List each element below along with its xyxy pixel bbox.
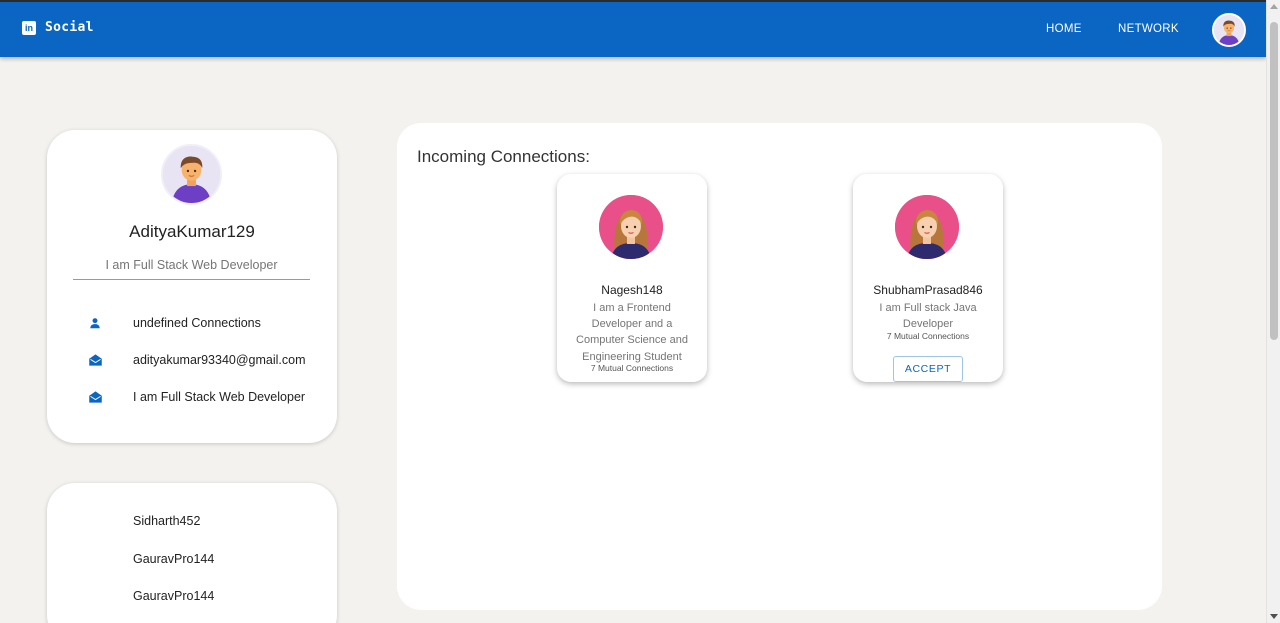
male-avatar-icon <box>163 146 220 203</box>
scroll-up-arrow-icon[interactable] <box>1270 4 1278 9</box>
mail-icon <box>87 389 103 405</box>
user-avatar-button[interactable] <box>1212 13 1246 47</box>
connection-bio: I am a Frontend Developer and a Computer… <box>576 302 688 363</box>
brand[interactable]: in Social <box>22 20 94 35</box>
profile-headline: I am Full Stack Web Developer <box>73 258 310 280</box>
connection-bio: I am Full stack Java Developer <box>879 302 977 331</box>
connections-count-row: undefined Connections <box>87 315 261 331</box>
incoming-connections-title: Incoming Connections: <box>417 147 590 166</box>
scroll-down-arrow-icon[interactable] <box>1270 614 1278 619</box>
accept-button[interactable]: ACCEPT <box>893 356 963 382</box>
list-item[interactable]: Sidharth452 <box>133 514 200 528</box>
bio-row: I am Full Stack Web Developer <box>87 389 305 405</box>
nav-network-link[interactable]: NETWORK <box>1118 23 1179 35</box>
list-item[interactable]: GauravPro144 <box>133 552 214 566</box>
user-avatar-icon <box>1214 15 1244 45</box>
top-navbar: in Social HOME NETWORK <box>0 0 1266 57</box>
person-icon <box>87 315 103 331</box>
incoming-connections-panel: Incoming Connections: Nagesh148 I am a F… <box>397 123 1162 610</box>
scrollbar-thumb[interactable] <box>1270 22 1278 340</box>
connection-name: ShubhamPrasad846 <box>873 283 983 297</box>
profile-card: AdityaKumar129 I am Full Stack Web Devel… <box>47 130 337 443</box>
connection-card[interactable]: ShubhamPrasad846 I am Full stack Java De… <box>853 174 1003 382</box>
connections-list-card: Sidharth452 GauravPro144 GauravPro144 <box>47 483 337 623</box>
nav-home-link[interactable]: HOME <box>1046 23 1082 35</box>
mutual-connections: 7 Mutual Connections <box>590 363 674 373</box>
connection-name: Nagesh148 <box>601 283 663 297</box>
list-item[interactable]: GauravPro144 <box>133 589 214 603</box>
mutual-connections: 7 Mutual Connections <box>886 331 970 341</box>
email-row: adityakumar93340@gmail.com <box>87 352 306 368</box>
linkedin-logo-icon: in <box>22 20 36 35</box>
profile-username: AdityaKumar129 <box>129 222 255 241</box>
email-text: adityakumar93340@gmail.com <box>133 353 306 367</box>
mail-icon <box>87 352 103 368</box>
bio-text: I am Full Stack Web Developer <box>133 390 306 404</box>
connections-count-text: undefined Connections <box>133 316 261 330</box>
profile-avatar <box>161 144 222 205</box>
page-scrollbar[interactable] <box>1266 0 1280 623</box>
female-avatar-icon <box>895 195 959 259</box>
female-avatar-icon <box>599 195 663 259</box>
connection-card[interactable]: Nagesh148 I am a Frontend Developer and … <box>557 174 707 382</box>
brand-name: Social <box>45 20 94 35</box>
